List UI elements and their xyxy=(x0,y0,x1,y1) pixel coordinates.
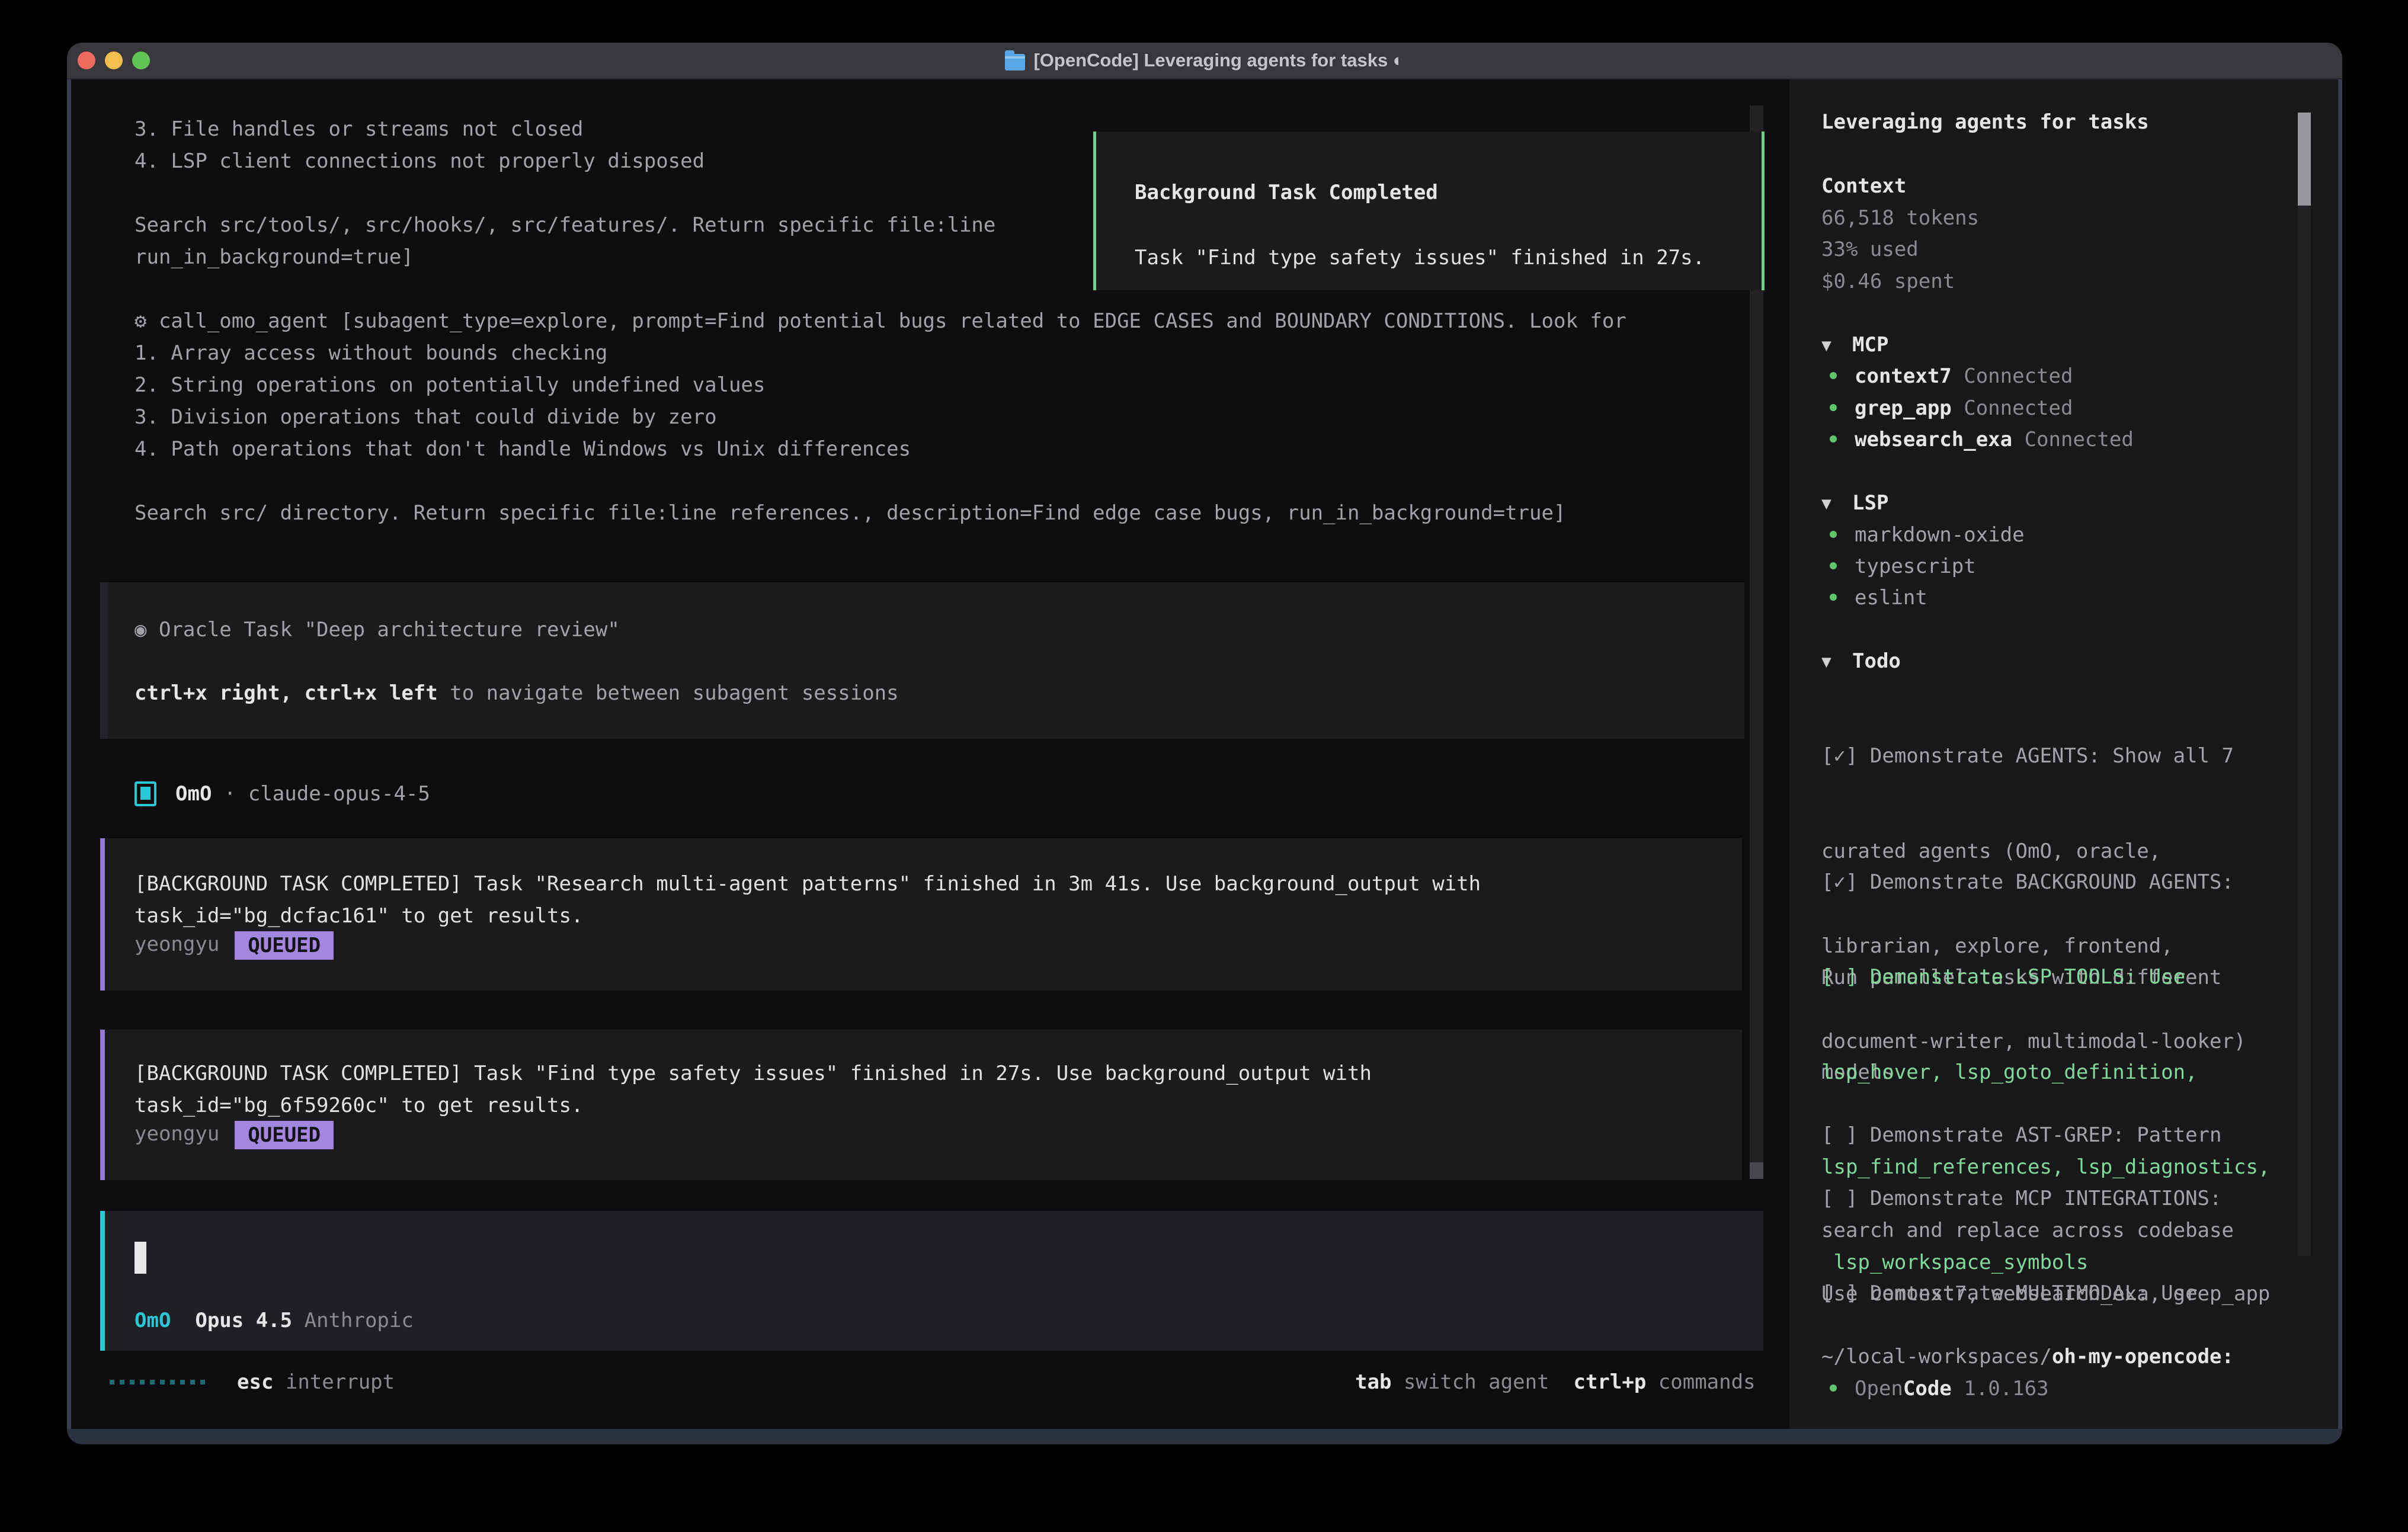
terminal-window: [OpenCode] Leveraging agents for tasks ◐… xyxy=(67,43,2342,1444)
oracle-task-title: ◉ Oracle Task "Deep architecture review" xyxy=(135,614,620,646)
mcp-item: websearch_exa Connected xyxy=(1821,424,2134,456)
input-provider-name: Anthropic xyxy=(292,1309,414,1332)
model-row: OmO Opus 4.5 Anthropic xyxy=(135,1305,414,1337)
tool-call-line: ⚙ call_omo_agent [subagent_type=explore,… xyxy=(135,305,1626,337)
status-dot-icon xyxy=(1830,531,1837,538)
message-text-line: task_id="bg_6f59260c" to get results. xyxy=(135,1089,583,1121)
background-task-message: [BACKGROUND TASK COMPLETED] Task "Find t… xyxy=(100,1030,1742,1180)
scrollback-line: 4. Path operations that don't handle Win… xyxy=(135,433,911,465)
tab-key-label: switch agent xyxy=(1391,1370,1549,1394)
status-dot-icon xyxy=(1830,372,1837,379)
context-spent: $0.46 spent xyxy=(1821,266,1955,298)
status-badge: QUEUED xyxy=(235,931,334,960)
status-dot-icon xyxy=(1830,594,1837,601)
window-title: [OpenCode] Leveraging agents for tasks ◐ xyxy=(1005,50,1404,71)
working-spinner-dots xyxy=(110,1380,205,1384)
agent-model: claude-opus-4-5 xyxy=(248,782,430,806)
statusbar-left: esc interrupt xyxy=(110,1366,395,1398)
status-badge: QUEUED xyxy=(235,1121,334,1149)
agent-separator: · xyxy=(212,782,248,806)
version-number: 1.0.163 xyxy=(1952,1377,2049,1400)
scrollback-line: 4. LSP client connections not properly d… xyxy=(135,145,705,177)
esc-key-hint: esc xyxy=(237,1366,273,1398)
workspace-path: ~/local-workspaces/oh-my-opencode: maste… xyxy=(1821,1278,2234,1444)
mcp-item: context7 Connected xyxy=(1821,361,2073,393)
oracle-task-icon: ◉ xyxy=(135,618,146,642)
hint-key-ctrlx-left: ctrl+x left xyxy=(305,681,438,705)
todo-section-header[interactable]: ▼Todo xyxy=(1821,646,1901,678)
message-user: yeongyu xyxy=(135,932,219,956)
message-meta-row: yeongyu QUEUED xyxy=(135,928,334,960)
oracle-task-panel: ◉ Oracle Task "Deep architecture review"… xyxy=(100,582,1744,739)
input-agent-name: OmO xyxy=(135,1309,171,1332)
status-dot-icon xyxy=(1830,404,1837,411)
status-dot-icon xyxy=(1830,435,1837,443)
scrollback-line: 3. Division operations that could divide… xyxy=(135,401,717,433)
window-title-text: [OpenCode] Leveraging agents for tasks ◐ xyxy=(1033,50,1404,71)
scrollback-line: run_in_background=true] xyxy=(135,241,414,273)
hint-key-ctrlx-right: ctrl+x right, xyxy=(135,681,305,705)
window-border-right xyxy=(2338,78,2342,1429)
chevron-down-icon: ▼ xyxy=(1821,329,1852,361)
gear-icon: ⚙ xyxy=(135,309,146,333)
tab-key-hint: tab xyxy=(1355,1370,1391,1394)
sidebar-scrollbar-track[interactable] xyxy=(2298,113,2311,1256)
ctrlp-key-label: commands xyxy=(1646,1370,1755,1394)
context-tokens: 66,518 tokens xyxy=(1821,203,1979,235)
agent-name: OmO xyxy=(175,782,212,806)
input-model-name: Opus 4.5 xyxy=(171,1309,292,1332)
subagent-session-row[interactable]: OmO · claude-opus-4-5 xyxy=(135,778,430,810)
context-heading: Context xyxy=(1821,171,1906,203)
status-dot-icon xyxy=(1830,1384,1837,1392)
message-text-line: [BACKGROUND TASK COMPLETED] Task "Find t… xyxy=(135,1057,1372,1089)
tool-call-text: call_omo_agent [subagent_type=explore, p… xyxy=(146,309,1626,333)
window-border-left xyxy=(67,78,71,1429)
mcp-item: grep_app Connected xyxy=(1821,393,2073,425)
sidebar-scrollbar-thumb[interactable] xyxy=(2298,113,2311,206)
status-dot-icon xyxy=(1830,562,1837,569)
background-task-message: [BACKGROUND TASK COMPLETED] Task "Resear… xyxy=(100,838,1742,991)
prompt-input[interactable]: OmO Opus 4.5 Anthropic xyxy=(100,1211,1763,1351)
window-bottom-bar xyxy=(67,1429,2342,1444)
chevron-down-icon: ▼ xyxy=(1821,488,1852,520)
scrollback-line: 3. File handles or streams not closed xyxy=(135,113,583,145)
context-used: 33% used xyxy=(1821,234,1919,266)
agent-status-icon xyxy=(135,781,156,806)
scrollback-line: Search src/tools/, src/hooks/, src/featu… xyxy=(135,209,995,241)
mcp-section-header[interactable]: ▼MCP xyxy=(1821,329,1888,361)
lsp-item: eslint xyxy=(1821,582,1927,614)
scrollback-line: Search src/ directory. Return specific f… xyxy=(135,497,1565,529)
lsp-item: typescript xyxy=(1821,551,1976,583)
subagent-nav-hint: ctrl+x right, ctrl+x left to navigate be… xyxy=(135,677,899,709)
toast-body: Task "Find type safety issues" finished … xyxy=(1135,242,1705,274)
chevron-down-icon: ▼ xyxy=(1821,646,1852,678)
message-text-line: task_id="bg_dcfac161" to get results. xyxy=(135,900,583,932)
statusbar-right: tab switch agent ctrl+p commands xyxy=(1355,1366,1756,1398)
message-user: yeongyu xyxy=(135,1122,219,1146)
background-task-toast: Background Task Completed Task "Find typ… xyxy=(1093,132,1765,290)
scrollback-line: 2. String operations on potentially unde… xyxy=(135,369,765,401)
text-cursor xyxy=(135,1242,146,1274)
scrollback-line: 1. Array access without bounds checking xyxy=(135,337,607,369)
close-button[interactable] xyxy=(78,52,95,69)
message-meta-row: yeongyu QUEUED xyxy=(135,1118,334,1150)
lsp-section-header[interactable]: ▼LSP xyxy=(1821,488,1888,520)
session-sidebar: Leveraging agents for tasks Context 66,5… xyxy=(1789,78,2338,1429)
toast-title: Background Task Completed xyxy=(1135,177,1438,209)
ctrlp-key-hint: ctrl+p xyxy=(1573,1370,1646,1394)
minimize-button[interactable] xyxy=(105,52,123,69)
main-scrollbar-thumb[interactable] xyxy=(1750,1162,1763,1179)
esc-key-label: interrupt xyxy=(273,1366,395,1398)
version-row: OpenCode 1.0.163 xyxy=(1821,1373,2049,1405)
zoom-button[interactable] xyxy=(132,52,150,69)
session-title: Leveraging agents for tasks xyxy=(1821,107,2149,139)
title-bar: [OpenCode] Leveraging agents for tasks ◐ xyxy=(67,43,2342,79)
lsp-item: markdown-oxide xyxy=(1821,520,2025,552)
message-text-line: [BACKGROUND TASK COMPLETED] Task "Resear… xyxy=(135,868,1481,900)
folder-icon xyxy=(1005,54,1025,70)
